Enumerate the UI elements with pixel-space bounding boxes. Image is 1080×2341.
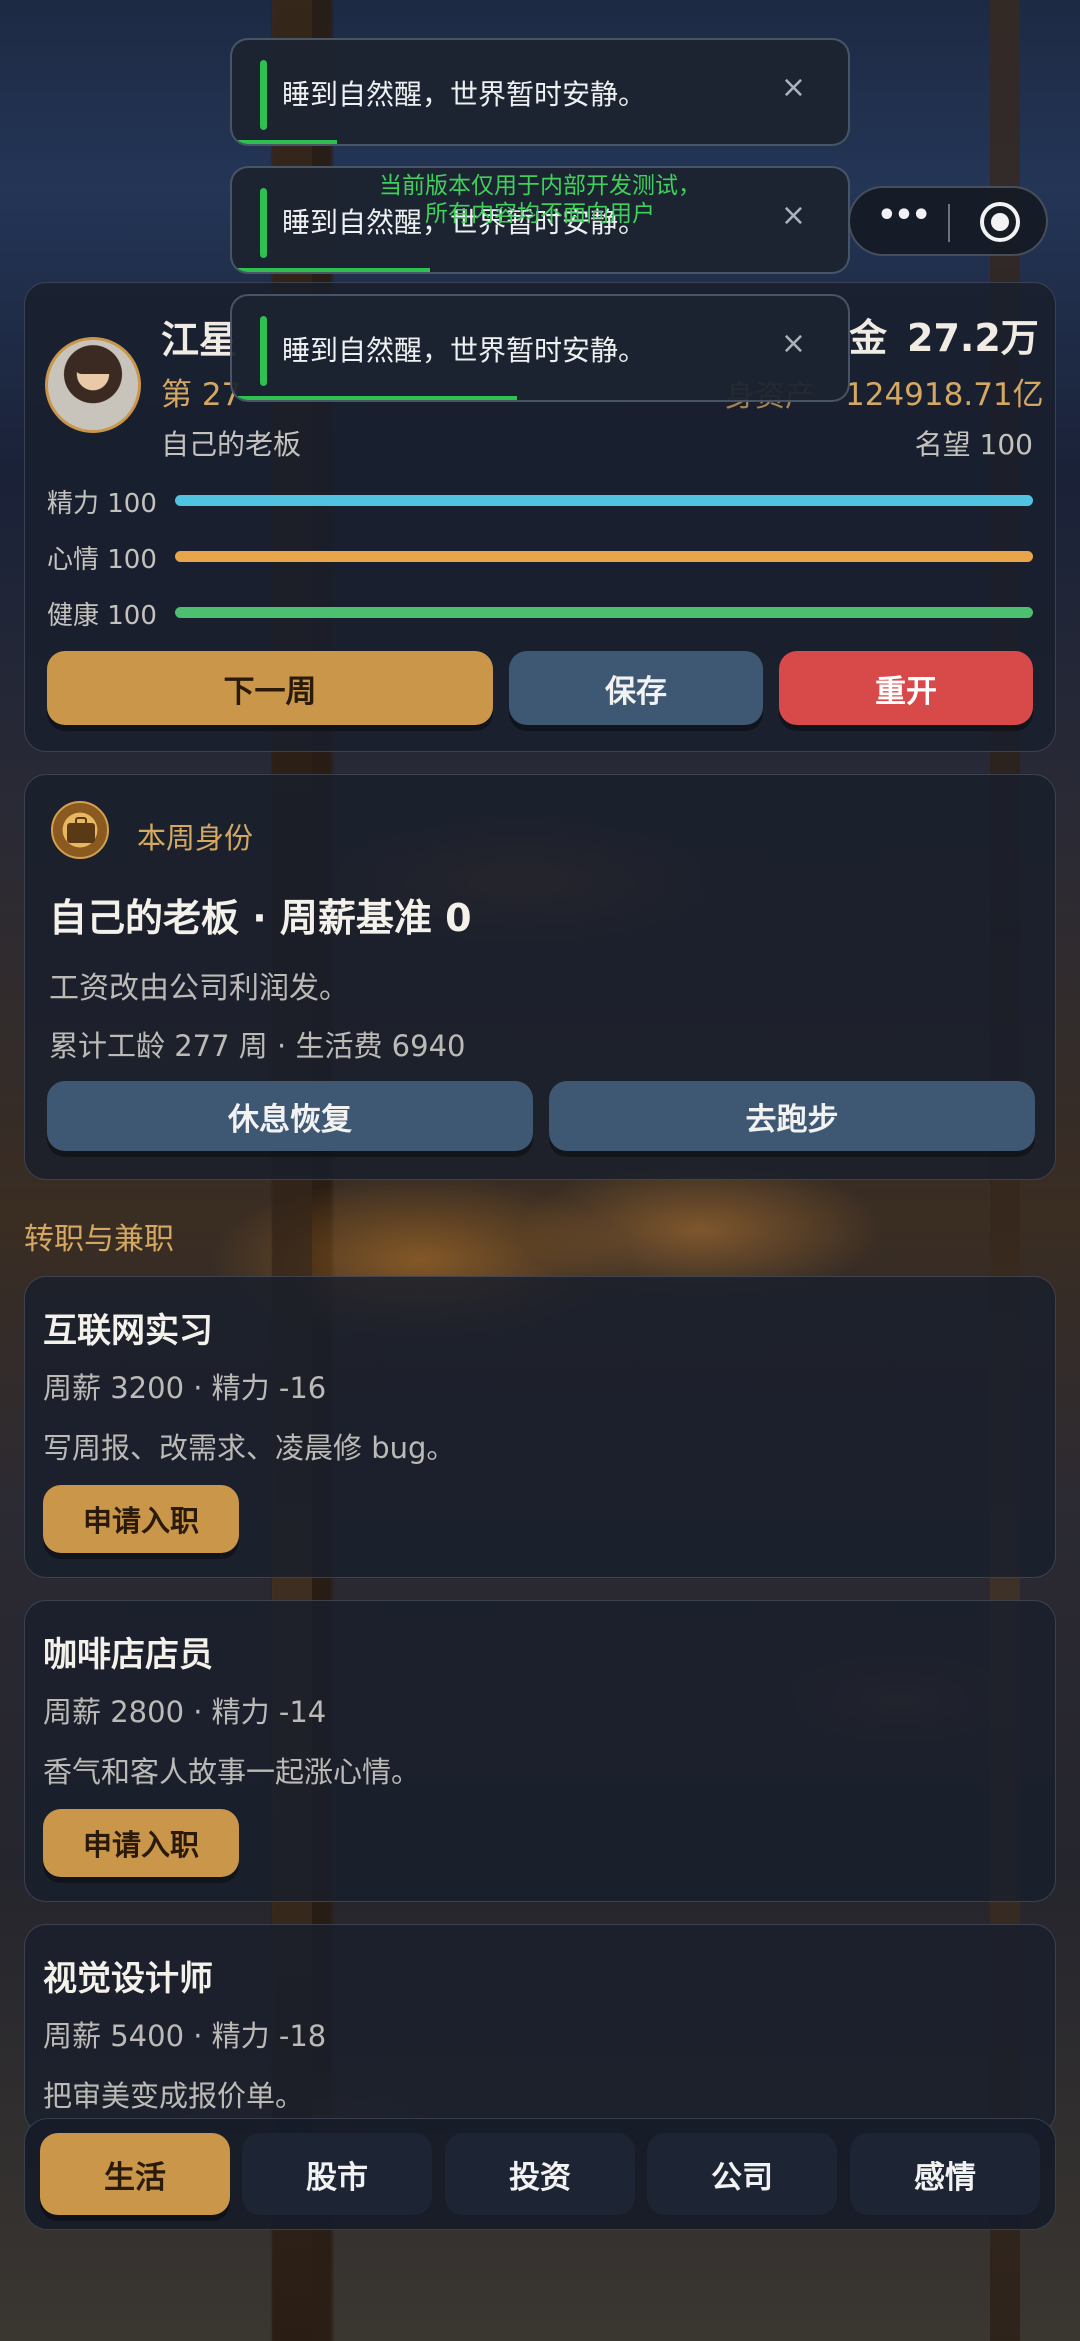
health-label: 健康 100 (47, 601, 157, 631)
mood-bar (175, 551, 1033, 562)
tab-company[interactable]: 公司 (647, 2133, 837, 2215)
restart-button[interactable]: 重开 (779, 651, 1033, 725)
cash-value: 27.2万 (907, 316, 1039, 360)
player-status: 自己的老板 (161, 428, 302, 461)
toast-notification: 睡到自然醒，世界暂时安静。 × (230, 38, 850, 146)
energy-bar (175, 495, 1033, 506)
tab-life[interactable]: 生活 (40, 2133, 230, 2215)
toast-notification: 睡到自然醒，世界暂时安静。 × (230, 294, 850, 402)
toast-progress (232, 268, 431, 272)
job-description: 把审美变成报价单。 (43, 2079, 305, 2113)
job-title: 咖啡店店员 (43, 1635, 213, 1675)
more-menu-icon[interactable]: ••• (870, 198, 936, 233)
job-meta: 周薪 3200 · 精力 -16 (43, 1371, 327, 1405)
mood-label: 心情 100 (47, 545, 157, 575)
toast-accent (260, 316, 267, 386)
identity-card: 本周身份 自己的老板 · 周薪基准 0 工资改由公司利润发。 累计工龄 277 … (24, 774, 1056, 1180)
player-name: 江星 (161, 318, 238, 362)
jobs-section-title: 转职与兼职 (24, 1222, 174, 1257)
next-week-button[interactable]: 下一周 (47, 651, 493, 725)
close-app-icon[interactable] (980, 202, 1020, 242)
capsule-button: ••• (848, 186, 1048, 256)
job-card: 互联网实习 周薪 3200 · 精力 -16 写周报、改需求、凌晨修 bug。 … (24, 1276, 1056, 1578)
toast-message: 睡到自然醒，世界暂时安静。 (282, 334, 647, 367)
job-card: 咖啡店店员 周薪 2800 · 精力 -14 香气和客人故事一起涨心情。 申请入… (24, 1600, 1056, 1902)
identity-description: 工资改由公司利润发。 (49, 971, 349, 1006)
job-description: 香气和客人故事一起涨心情。 (43, 1755, 421, 1789)
toast-message: 睡到自然醒，世界暂时安静。 (282, 78, 647, 111)
net-worth-value: 124918.71亿 (845, 377, 1044, 413)
job-title: 互联网实习 (43, 1311, 213, 1351)
tab-stocks[interactable]: 股市 (242, 2133, 432, 2215)
avatar[interactable] (45, 337, 141, 433)
tab-invest[interactable]: 投资 (445, 2133, 635, 2215)
identity-header: 本周身份 (137, 821, 254, 855)
dev-notice: 当前版本仅用于内部开发测试， 所有内容均不面向用户 (230, 172, 850, 228)
job-meta: 周薪 2800 · 精力 -14 (43, 1695, 327, 1729)
dev-notice-line-1: 当前版本仅用于内部开发测试， (379, 173, 701, 199)
apply-button[interactable]: 申请入职 (43, 1809, 239, 1877)
rest-button[interactable]: 休息恢复 (47, 1081, 533, 1151)
energy-label: 精力 100 (47, 489, 157, 519)
job-title: 视觉设计师 (43, 1959, 213, 1999)
job-card: 视觉设计师 周薪 5400 · 精力 -18 把审美变成报价单。 (24, 1924, 1056, 2134)
save-button[interactable]: 保存 (509, 651, 763, 725)
job-meta: 周薪 5400 · 精力 -18 (43, 2019, 327, 2053)
identity-title: 自己的老板 · 周薪基准 0 (49, 896, 472, 940)
tab-romance[interactable]: 感情 (850, 2133, 1040, 2215)
toast-progress (232, 140, 338, 144)
close-icon[interactable]: × (781, 70, 806, 105)
apply-button[interactable]: 申请入职 (43, 1485, 239, 1553)
fame-value: 名望 100 (914, 428, 1033, 461)
job-description: 写周报、改需求、凌晨修 bug。 (43, 1431, 456, 1465)
close-icon[interactable]: × (781, 326, 806, 361)
run-button[interactable]: 去跑步 (549, 1081, 1035, 1151)
cash-label: 金 (849, 316, 888, 360)
toast-accent (260, 60, 267, 130)
dev-notice-line-2: 所有内容均不面向用户 (425, 201, 655, 227)
health-bar (175, 607, 1033, 618)
briefcase-icon (51, 801, 109, 859)
identity-meta: 累计工龄 277 周 · 生活费 6940 (49, 1029, 466, 1063)
toast-progress (232, 396, 518, 400)
